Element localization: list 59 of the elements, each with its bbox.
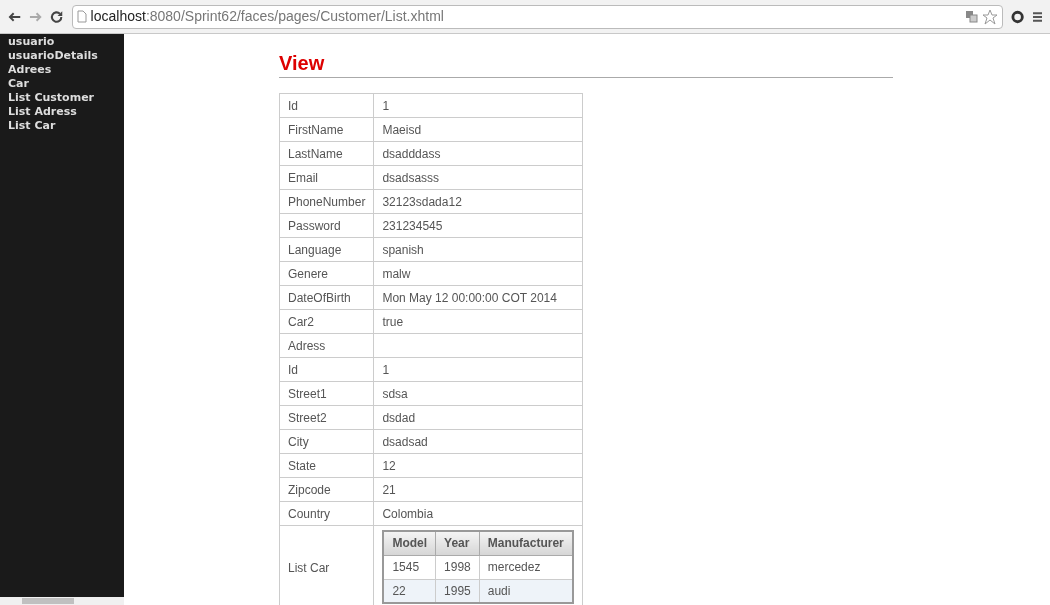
url-text: localhost:8080/Sprint62/faces/pages/Customer/List.xhtml xyxy=(90,7,444,26)
field-value: 1 xyxy=(373,93,583,118)
field-label: FirstName xyxy=(279,117,374,142)
field-value: spanish xyxy=(373,237,583,262)
field-label: Password xyxy=(279,213,374,238)
scrollbar[interactable] xyxy=(0,597,124,605)
sidebar-link[interactable]: Adrees xyxy=(8,63,116,77)
field-value: true xyxy=(373,309,583,334)
table-cell: 1545 xyxy=(383,555,436,579)
field-value: dsadsad xyxy=(373,429,583,454)
extension-icon[interactable] xyxy=(1011,9,1025,24)
field-label: Country xyxy=(279,501,374,526)
field-value: dsdad xyxy=(373,405,583,430)
column-header: Year xyxy=(435,531,480,555)
field-label: LastName xyxy=(279,141,374,166)
field-label: Genere xyxy=(279,261,374,286)
field-value: dsadddass xyxy=(373,141,583,166)
reload-button[interactable] xyxy=(50,9,64,24)
back-button[interactable] xyxy=(8,10,22,23)
sidebar-link[interactable]: List Adress xyxy=(8,105,116,119)
menu-icon[interactable] xyxy=(1032,10,1042,23)
page-icon xyxy=(76,10,87,23)
star-icon[interactable] xyxy=(982,8,999,25)
field-value: dsadsasss xyxy=(373,165,583,190)
sidebar-link[interactable]: List Customer xyxy=(8,91,116,105)
translate-icon[interactable] xyxy=(965,10,979,23)
field-label: PhoneNumber xyxy=(279,189,374,214)
field-label: Street2 xyxy=(279,405,374,430)
sidebar-link[interactable]: Car xyxy=(8,77,116,91)
field-label: Zipcode xyxy=(279,477,374,502)
field-label: DateOfBirth xyxy=(279,285,374,310)
field-label: Email xyxy=(279,165,374,190)
field-label: State xyxy=(279,453,374,478)
field-value: 21 xyxy=(373,477,583,502)
sidebar-link[interactable]: usuario xyxy=(8,35,116,49)
table-cell: 1998 xyxy=(435,555,480,579)
field-label: Id xyxy=(279,93,374,118)
field-value: malw xyxy=(373,261,583,286)
field-label: Id xyxy=(279,357,374,382)
column-header: Manufacturer xyxy=(479,531,573,555)
page-heading: View xyxy=(279,52,325,74)
column-header: Model xyxy=(383,531,436,555)
field-label: Street1 xyxy=(279,381,374,406)
field-label: List Car xyxy=(279,525,374,605)
field-value: 231234545 xyxy=(373,213,583,238)
field-value: 1 xyxy=(373,357,583,382)
sidebar-link[interactable]: List Car xyxy=(8,119,116,133)
sidebar-link[interactable]: usuarioDetails xyxy=(8,49,116,63)
field-value: 12 xyxy=(373,453,583,478)
field-label: Car2 xyxy=(279,309,374,334)
field-value: sdsa xyxy=(373,381,583,406)
field-value: 32123sdada12 xyxy=(373,189,583,214)
field-label: Language xyxy=(279,237,374,262)
field-label: Adress xyxy=(279,333,374,358)
field-label: City xyxy=(279,429,374,454)
field-value: Mon May 12 00:00:00 COT 2014 xyxy=(373,285,583,310)
field-value: Maeisd xyxy=(373,117,583,142)
field-value: Colombia xyxy=(373,501,583,526)
address-bar[interactable]: localhost:8080/Sprint62/faces/pages/Customer/List.xhtml xyxy=(71,4,1004,29)
